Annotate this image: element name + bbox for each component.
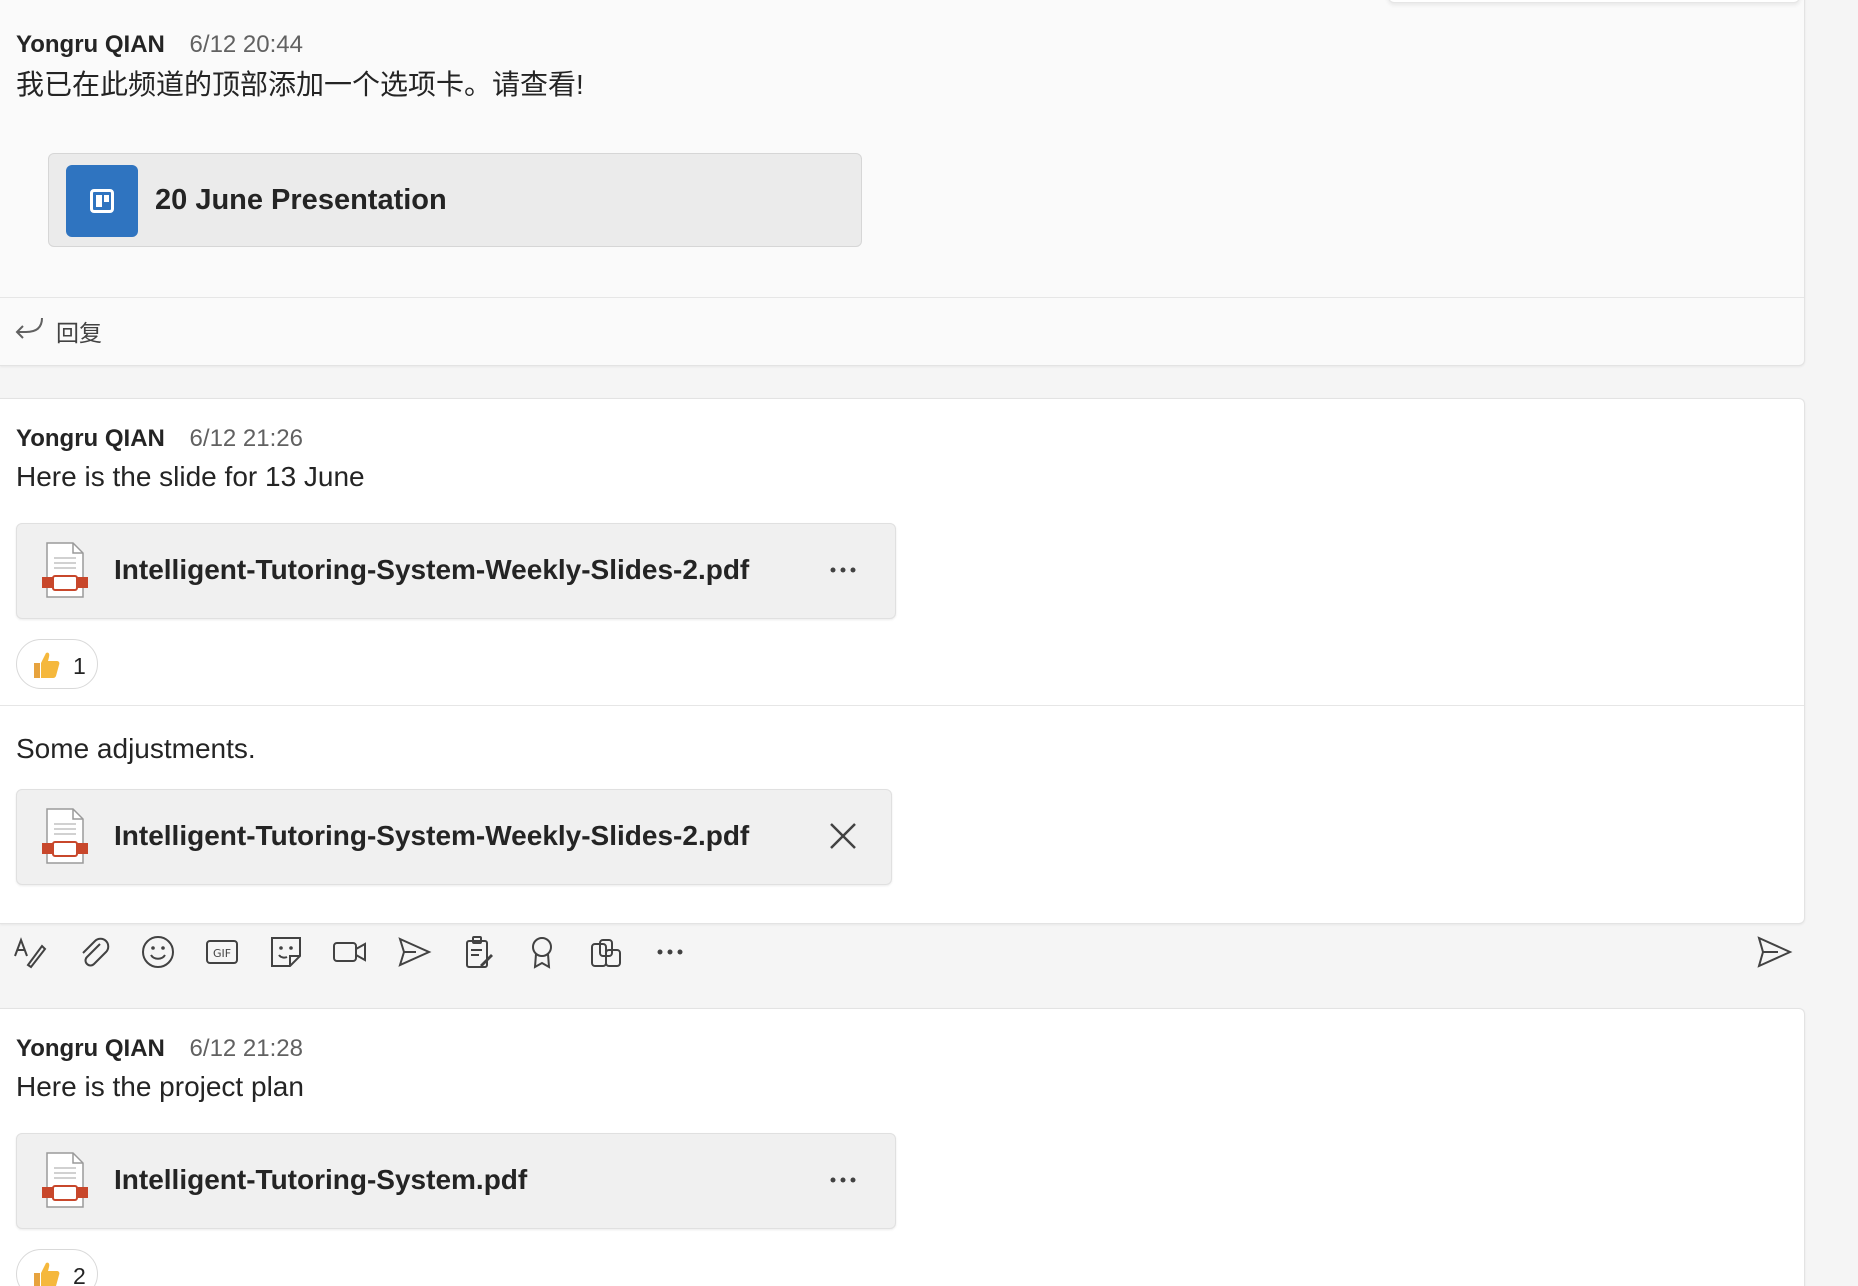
message-text: 我已在此频道的顶部添加一个选项卡。请查看! xyxy=(16,69,584,100)
tab-card[interactable]: 20 June Presentation xyxy=(48,153,862,247)
message-header: Yongru QIAN 6/12 21:26 xyxy=(16,425,303,453)
message-text: Here is the project plan xyxy=(16,1071,304,1102)
format-icon[interactable] xyxy=(10,932,50,972)
pdf-file-icon xyxy=(42,542,88,598)
attach-icon[interactable] xyxy=(74,932,114,972)
tab-card-title: 20 June Presentation xyxy=(155,184,447,216)
planner-board-icon xyxy=(66,165,138,237)
emoji-icon[interactable] xyxy=(138,932,178,972)
more-options-icon[interactable] xyxy=(823,1160,863,1200)
reaction-count: 2 xyxy=(73,1263,86,1286)
message-card: Yongru QIAN 6/12 21:28 Here is the proje… xyxy=(0,1008,1805,1286)
praise-icon[interactable] xyxy=(522,932,562,972)
message-header: Yongru QIAN 6/12 21:28 xyxy=(16,1035,303,1063)
more-options-icon[interactable] xyxy=(650,932,690,972)
file-name: Intelligent-Tutoring-System.pdf xyxy=(114,1164,528,1195)
reaction-pill[interactable]: 2 xyxy=(16,1249,98,1286)
author-name: Yongru QIAN xyxy=(16,1035,165,1062)
author-name: Yongru QIAN xyxy=(16,31,165,58)
pdf-file-icon xyxy=(42,808,88,864)
sticker-icon[interactable] xyxy=(266,932,306,972)
chat-canvas: Yongru QIAN 6/12 20:44 我已在此频道的顶部添加一个选项卡。… xyxy=(0,0,1858,1286)
file-attachment[interactable]: Intelligent-Tutoring-System-Weekly-Slide… xyxy=(16,523,896,619)
message-text: Here is the slide for 13 June xyxy=(16,461,365,492)
more-options-icon[interactable] xyxy=(823,550,863,590)
message-time: 6/12 20:44 xyxy=(189,31,303,58)
apps-icon[interactable] xyxy=(586,932,626,972)
reply-icon xyxy=(15,317,43,339)
gif-icon[interactable]: GIF xyxy=(202,932,242,972)
reply-label: 回复 xyxy=(56,320,102,346)
message-card: Yongru QIAN 6/12 21:26 Here is the slide… xyxy=(0,398,1805,924)
pdf-file-icon xyxy=(42,1152,88,1208)
message-card: Yongru QIAN 6/12 20:44 我已在此频道的顶部添加一个选项卡。… xyxy=(0,0,1805,366)
send-icon[interactable] xyxy=(1754,932,1794,972)
divider xyxy=(0,705,1804,706)
file-attachment[interactable]: Intelligent-Tutoring-System.pdf xyxy=(16,1133,896,1229)
draft-text[interactable]: Some adjustments. xyxy=(16,733,256,765)
popup-edge xyxy=(1388,0,1800,3)
compose-toolbar: GIF xyxy=(0,924,1804,980)
message-time: 6/12 21:26 xyxy=(189,425,303,452)
thumbs-up-icon xyxy=(34,652,60,678)
file-name: Intelligent-Tutoring-System-Weekly-Slide… xyxy=(114,820,750,851)
author-name: Yongru QIAN xyxy=(16,425,165,452)
svg-text:GIF: GIF xyxy=(213,947,231,960)
schedule-send-icon[interactable] xyxy=(394,932,434,972)
thumbs-up-icon xyxy=(34,1262,60,1286)
file-name: Intelligent-Tutoring-System-Weekly-Slide… xyxy=(114,554,750,585)
meet-now-icon[interactable] xyxy=(330,932,370,972)
loop-icon[interactable] xyxy=(458,932,498,972)
reaction-pill[interactable]: 1 xyxy=(16,639,98,689)
message-header: Yongru QIAN 6/12 20:44 xyxy=(16,31,303,59)
reaction-count: 1 xyxy=(73,653,86,679)
close-icon[interactable] xyxy=(823,816,863,856)
message-time: 6/12 21:28 xyxy=(189,1035,303,1062)
draft-file-attachment[interactable]: Intelligent-Tutoring-System-Weekly-Slide… xyxy=(16,789,892,885)
reply-button[interactable]: 回复 xyxy=(0,297,1804,356)
